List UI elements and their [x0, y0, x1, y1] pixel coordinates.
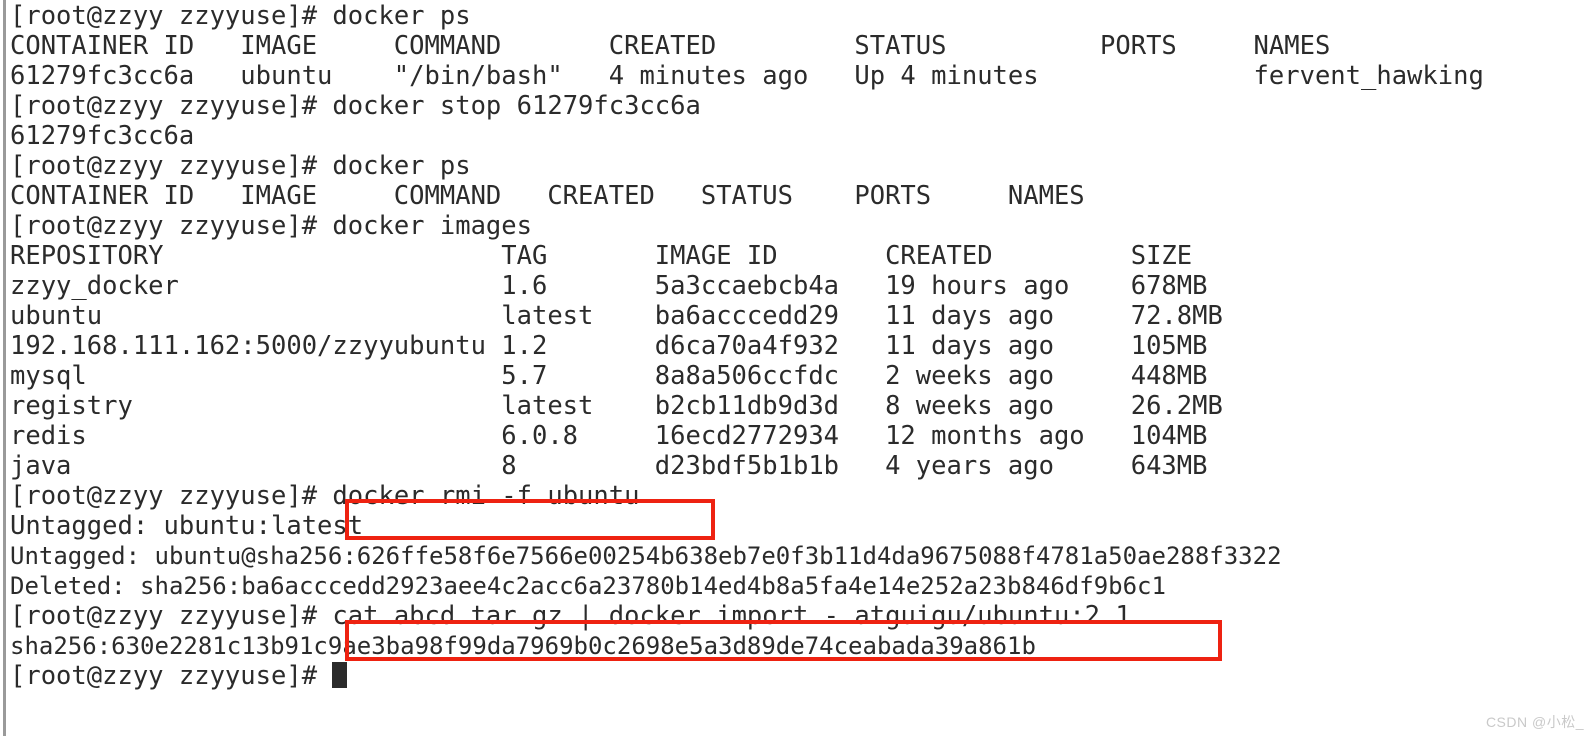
terminal-output-line: redis 6.0.8 16ecd2772934 12 months ago 1… [10, 421, 1586, 451]
shell-prompt: [root@zzyy zzyyuse]# [10, 211, 332, 241]
terminal-output-line: REPOSITORY TAG IMAGE ID CREATED SIZE [10, 241, 1586, 271]
shell-prompt: [root@zzyy zzyyuse]# [10, 601, 332, 631]
output-text: ubuntu latest ba6acccedd29 11 days ago 7… [10, 301, 1223, 331]
terminal-output-line: Untagged: ubuntu@sha256:626ffe58f6e7566e… [10, 541, 1586, 571]
shell-prompt: [root@zzyy zzyyuse]# [10, 1, 332, 31]
command-text: docker images [332, 211, 532, 241]
terminal-command-line: [root@zzyy zzyyuse]# docker stop 61279fc… [10, 91, 1586, 121]
terminal-output-line: Deleted: sha256:ba6acccedd2923aee4c2acc6… [10, 571, 1586, 601]
shell-prompt: [root@zzyy zzyyuse]# [10, 481, 332, 511]
terminal-cursor [332, 662, 347, 688]
output-text: REPOSITORY TAG IMAGE ID CREATED SIZE [10, 241, 1192, 271]
terminal-command-line: [root@zzyy zzyyuse]# docker ps [10, 151, 1586, 181]
output-text: CONTAINER ID IMAGE COMMAND CREATED STATU… [10, 31, 1330, 61]
output-text: registry latest b2cb11db9d3d 8 weeks ago… [10, 391, 1223, 421]
terminal-window[interactable]: [root@zzyy zzyyuse]# docker psCONTAINER … [0, 0, 1592, 736]
csdn-watermark: CSDN @小松_ [1486, 712, 1584, 732]
terminal-command-line: [root@zzyy zzyyuse]# docker ps [10, 1, 1586, 31]
terminal-output-line: CONTAINER ID IMAGE COMMAND CREATED STATU… [10, 31, 1586, 61]
output-text: zzyy_docker 1.6 5a3ccaebcb4a 19 hours ag… [10, 271, 1207, 301]
terminal-command-line: [root@zzyy zzyyuse]# docker rmi -f ubunt… [10, 481, 1586, 511]
shell-prompt: [root@zzyy zzyyuse]# [10, 91, 332, 121]
terminal-output-line: 61279fc3cc6a [10, 121, 1586, 151]
terminal-command-line: [root@zzyy zzyyuse]# cat abcd.tar.gz | d… [10, 601, 1586, 631]
terminal-output-line: 61279fc3cc6a ubuntu "/bin/bash" 4 minute… [10, 61, 1586, 91]
terminal-output-line: ubuntu latest ba6acccedd29 11 days ago 7… [10, 301, 1586, 331]
terminal-output-line: sha256:630e2281c13b91c9ae3ba98f99da7969b… [10, 631, 1586, 661]
output-text: java 8 d23bdf5b1b1b 4 years ago 643MB [10, 451, 1207, 481]
output-text: 61279fc3cc6a [10, 121, 194, 151]
command-text: docker ps [332, 1, 470, 31]
output-text: mysql 5.7 8a8a506ccfdc 2 weeks ago 448MB [10, 361, 1207, 391]
terminal-command-line: [root@zzyy zzyyuse]# docker images [10, 211, 1586, 241]
terminal-output-line: CONTAINER ID IMAGE COMMAND CREATED STATU… [10, 181, 1586, 211]
shell-prompt: [root@zzyy zzyyuse]# [10, 661, 332, 691]
output-text: sha256:630e2281c13b91c9ae3ba98f99da7969b… [10, 632, 1036, 660]
terminal-output-line: zzyy_docker 1.6 5a3ccaebcb4a 19 hours ag… [10, 271, 1586, 301]
terminal-output: [root@zzyy zzyyuse]# docker psCONTAINER … [10, 1, 1586, 691]
shell-prompt: [root@zzyy zzyyuse]# [10, 151, 332, 181]
output-text: redis 6.0.8 16ecd2772934 12 months ago 1… [10, 421, 1207, 451]
terminal-command-line: [root@zzyy zzyyuse]# [10, 661, 1586, 691]
terminal-output-line: registry latest b2cb11db9d3d 8 weeks ago… [10, 391, 1586, 421]
command-text: docker rmi -f ubuntu [332, 481, 639, 511]
command-text: docker ps [332, 151, 470, 181]
terminal-output-line: 192.168.111.162:5000/zzyyubuntu 1.2 d6ca… [10, 331, 1586, 361]
output-text: 61279fc3cc6a ubuntu "/bin/bash" 4 minute… [10, 61, 1484, 91]
output-text: CONTAINER ID IMAGE COMMAND CREATED STATU… [10, 181, 1085, 211]
output-text: Untagged: ubuntu@sha256:626ffe58f6e7566e… [10, 542, 1282, 570]
output-text: 192.168.111.162:5000/zzyyubuntu 1.2 d6ca… [10, 331, 1207, 361]
output-text: Untagged: ubuntu:latest [10, 511, 363, 541]
command-text: cat abcd.tar.gz | docker import - atguig… [332, 601, 1130, 631]
terminal-output-line: Untagged: ubuntu:latest [10, 511, 1586, 541]
terminal-left-rule [3, 0, 6, 736]
command-text: docker stop 61279fc3cc6a [332, 91, 700, 121]
output-text: Deleted: sha256:ba6acccedd2923aee4c2acc6… [10, 572, 1166, 600]
terminal-output-line: java 8 d23bdf5b1b1b 4 years ago 643MB [10, 451, 1586, 481]
terminal-output-line: mysql 5.7 8a8a506ccfdc 2 weeks ago 448MB [10, 361, 1586, 391]
